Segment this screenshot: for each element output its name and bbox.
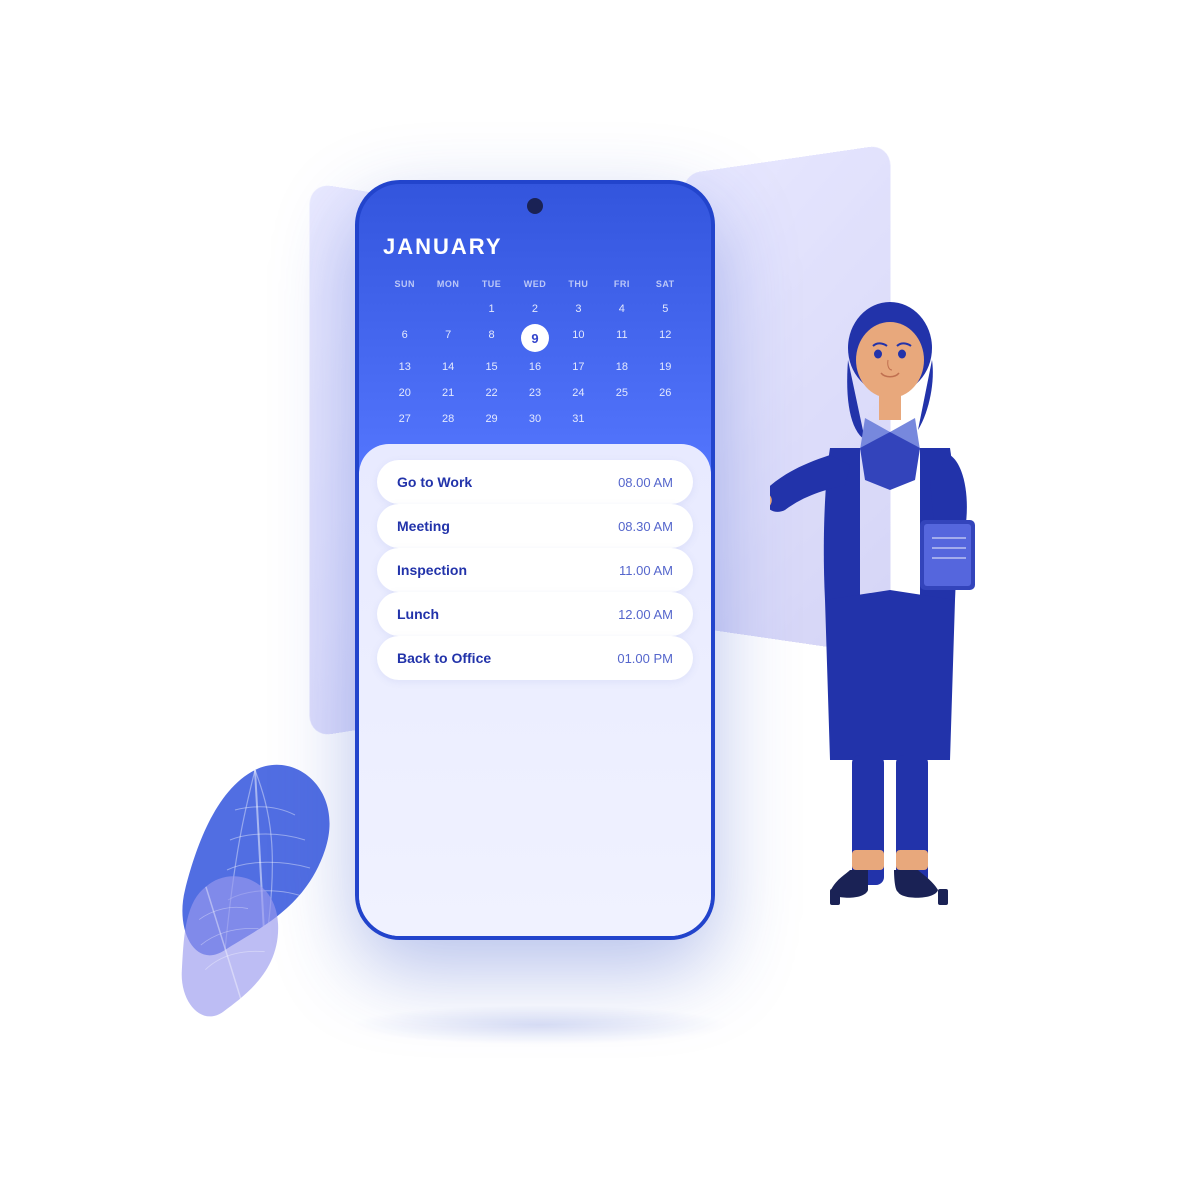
cal-day[interactable]: 24 (557, 382, 600, 404)
calendar-section: JANUARY SUNMONTUEWEDTHUFRISAT 1234567891… (359, 214, 711, 444)
cal-day[interactable]: 20 (383, 382, 426, 404)
schedule-item-name: Back to Office (397, 650, 491, 666)
cal-day[interactable]: 6 (383, 324, 426, 352)
cal-day[interactable]: 17 (557, 356, 600, 378)
schedule-item-name: Lunch (397, 606, 439, 622)
schedule-item-name: Meeting (397, 518, 450, 534)
phone: JANUARY SUNMONTUEWEDTHUFRISAT 1234567891… (355, 180, 715, 940)
cal-empty (600, 408, 643, 430)
cal-day-header: MON (426, 274, 469, 294)
schedule-item[interactable]: Meeting 08.30 AM (377, 504, 693, 548)
cal-day[interactable]: 31 (557, 408, 600, 430)
cal-day[interactable]: 29 (470, 408, 513, 430)
cal-empty (644, 408, 687, 430)
cal-day-header: FRI (600, 274, 643, 294)
leaf-decoration (155, 740, 355, 1040)
phone-shadow (350, 1005, 730, 1045)
cal-day[interactable]: 8 (470, 324, 513, 352)
cal-day[interactable]: 12 (644, 324, 687, 352)
cal-day-header: WED (513, 274, 556, 294)
cal-day[interactable]: 27 (383, 408, 426, 430)
schedule-item[interactable]: Go to Work 08.00 AM (377, 460, 693, 504)
cal-day-header: SAT (644, 274, 687, 294)
schedule-item[interactable]: Inspection 11.00 AM (377, 548, 693, 592)
schedule-item-name: Go to Work (397, 474, 472, 490)
cal-day[interactable]: 1 (470, 298, 513, 320)
cal-day[interactable]: 30 (513, 408, 556, 430)
schedule-item-time: 11.00 AM (619, 563, 673, 578)
cal-day[interactable]: 7 (426, 324, 469, 352)
cal-day[interactable]: 14 (426, 356, 469, 378)
cal-day[interactable]: 21 (426, 382, 469, 404)
schedule-item[interactable]: Back to Office 01.00 PM (377, 636, 693, 680)
cal-day[interactable]: 23 (513, 382, 556, 404)
calendar-grid: SUNMONTUEWEDTHUFRISAT 123456789101112131… (383, 274, 687, 430)
cal-day-header: THU (557, 274, 600, 294)
cal-day[interactable]: 22 (470, 382, 513, 404)
cal-day[interactable]: 18 (600, 356, 643, 378)
schedule-item[interactable]: Lunch 12.00 AM (377, 592, 693, 636)
cal-empty (426, 298, 469, 320)
scene: JANUARY SUNMONTUEWEDTHUFRISAT 1234567891… (0, 0, 1200, 1200)
schedule-item-time: 01.00 PM (617, 651, 673, 666)
person-figure (770, 280, 1010, 960)
cal-day[interactable]: 28 (426, 408, 469, 430)
schedule-item-name: Inspection (397, 562, 467, 578)
cal-day[interactable]: 2 (513, 298, 556, 320)
cal-day[interactable]: 4 (600, 298, 643, 320)
schedule-item-time: 12.00 AM (618, 607, 673, 622)
schedule-section: Go to Work 08.00 AM Meeting 08.30 AM Ins… (359, 444, 711, 936)
calendar-month: JANUARY (383, 234, 687, 260)
cal-empty (383, 298, 426, 320)
cal-day[interactable]: 25 (600, 382, 643, 404)
cal-day[interactable]: 3 (557, 298, 600, 320)
cal-day[interactable]: 10 (557, 324, 600, 352)
cal-day[interactable]: 5 (644, 298, 687, 320)
cal-day[interactable]: 26 (644, 382, 687, 404)
cal-day[interactable]: 16 (513, 356, 556, 378)
schedule-item-time: 08.30 AM (618, 519, 673, 534)
cal-day[interactable]: 19 (644, 356, 687, 378)
cal-day[interactable]: 11 (600, 324, 643, 352)
cal-day[interactable]: 9 (521, 324, 549, 352)
schedule-item-time: 08.00 AM (618, 475, 673, 490)
cal-day-header: TUE (470, 274, 513, 294)
cal-day[interactable]: 13 (383, 356, 426, 378)
cal-day[interactable]: 15 (470, 356, 513, 378)
phone-notch (527, 198, 543, 214)
cal-day-header: SUN (383, 274, 426, 294)
